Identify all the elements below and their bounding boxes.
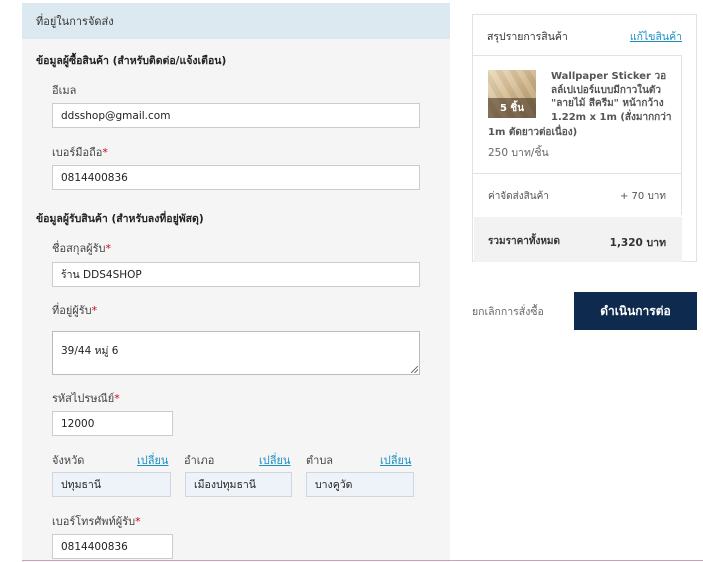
shipping-address-form: ที่อยู่ในการจัดส่ง ข้อมูลผู้ซื้อสินค้า (… bbox=[22, 3, 450, 562]
recipient-address-field[interactable]: 39/44 หมู่ 6 bbox=[52, 331, 420, 375]
total-row: รวมราคาทั้งหมด 1,320 บาท bbox=[474, 217, 682, 262]
page-bottom-border bbox=[22, 560, 703, 561]
shipping-fee-value: + 70 บาท bbox=[619, 191, 666, 202]
email-field[interactable]: ddsshop@gmail.com bbox=[52, 103, 420, 128]
province-change-link[interactable]: เปลี่ยน bbox=[137, 451, 168, 469]
continue-button[interactable]: ดำเนินการต่อ bbox=[574, 292, 697, 330]
postcode-label: รหัสไปรษณีย์* bbox=[52, 392, 120, 405]
recipient-name-field[interactable]: ร้าน DDS4SHOP bbox=[52, 262, 420, 287]
divider bbox=[473, 55, 682, 56]
cancel-order-link[interactable]: ยกเลิกการสั่งซื้อ bbox=[472, 303, 544, 320]
district-change-link[interactable]: เปลี่ยน bbox=[259, 451, 290, 469]
recipient-name-label: ชื่อสกุลผู้รับ* bbox=[52, 242, 112, 255]
postcode-field[interactable]: 12000 bbox=[52, 411, 173, 436]
form-header-title: ที่อยู่ในการจัดส่ง bbox=[36, 15, 114, 28]
recipient-section-title: ข้อมูลผู้รับสินค้า (สำหรับลงที่อยู่พัสดุ… bbox=[36, 213, 204, 225]
total-label: รวมราคาทั้งหมด bbox=[488, 236, 561, 247]
subdistrict-label: ตำบล bbox=[306, 454, 334, 467]
district-field[interactable]: เมืองปทุมธานี bbox=[185, 472, 292, 497]
product-name-continued: 1m ตัดยาวต่อเนื่อง) bbox=[488, 127, 578, 138]
recipient-phone-field[interactable]: 0814400836 bbox=[52, 534, 173, 559]
subdistrict-change-link[interactable]: เปลี่ยน bbox=[380, 451, 411, 469]
resize-grip-icon[interactable] bbox=[411, 366, 418, 373]
product-name: Wallpaper Sticker วอลล์เปเปอร์แบบมีกาวใน… bbox=[551, 71, 672, 123]
divider bbox=[473, 173, 682, 174]
subdistrict-field[interactable]: บางคูวัด bbox=[306, 472, 414, 497]
province-label: จังหวัด bbox=[52, 454, 85, 467]
recipient-address-label: ที่อยู่ผู้รับ* bbox=[52, 304, 98, 317]
recipient-phone-label: เบอร์โทรศัพท์ผู้รับ* bbox=[52, 515, 141, 528]
province-field[interactable]: ปทุมธานี bbox=[52, 472, 171, 497]
mobile-label: เบอร์มือถือ* bbox=[52, 146, 108, 159]
summary-scrollbar[interactable] bbox=[681, 55, 682, 215]
email-label: อีเมล bbox=[52, 84, 77, 97]
product-thumbnail: 5 ชิ้น bbox=[488, 70, 536, 118]
form-header: ที่อยู่ในการจัดส่ง bbox=[22, 3, 450, 39]
product-quantity-badge: 5 ชิ้น bbox=[488, 98, 536, 118]
total-value: 1,320 บาท bbox=[609, 237, 666, 249]
mobile-field[interactable]: 0814400836 bbox=[52, 165, 420, 190]
edit-products-link[interactable]: แก้ไขสินค้า bbox=[630, 28, 682, 45]
district-label: อำเภอ bbox=[184, 454, 215, 467]
summary-title: สรุปรายการสินค้า bbox=[487, 31, 568, 43]
product-unit-price: 250 บาท/ชิ้น bbox=[488, 147, 549, 159]
buyer-section-title: ข้อมูลผู้ซื้อสินค้า (สำหรับติดต่อ/แจ้งเต… bbox=[36, 55, 227, 67]
shipping-fee-label: ค่าจัดส่งสินค้า bbox=[488, 191, 549, 202]
order-summary: สรุปรายการสินค้า แก้ไขสินค้า 5 ชิ้น Wall… bbox=[472, 14, 697, 262]
